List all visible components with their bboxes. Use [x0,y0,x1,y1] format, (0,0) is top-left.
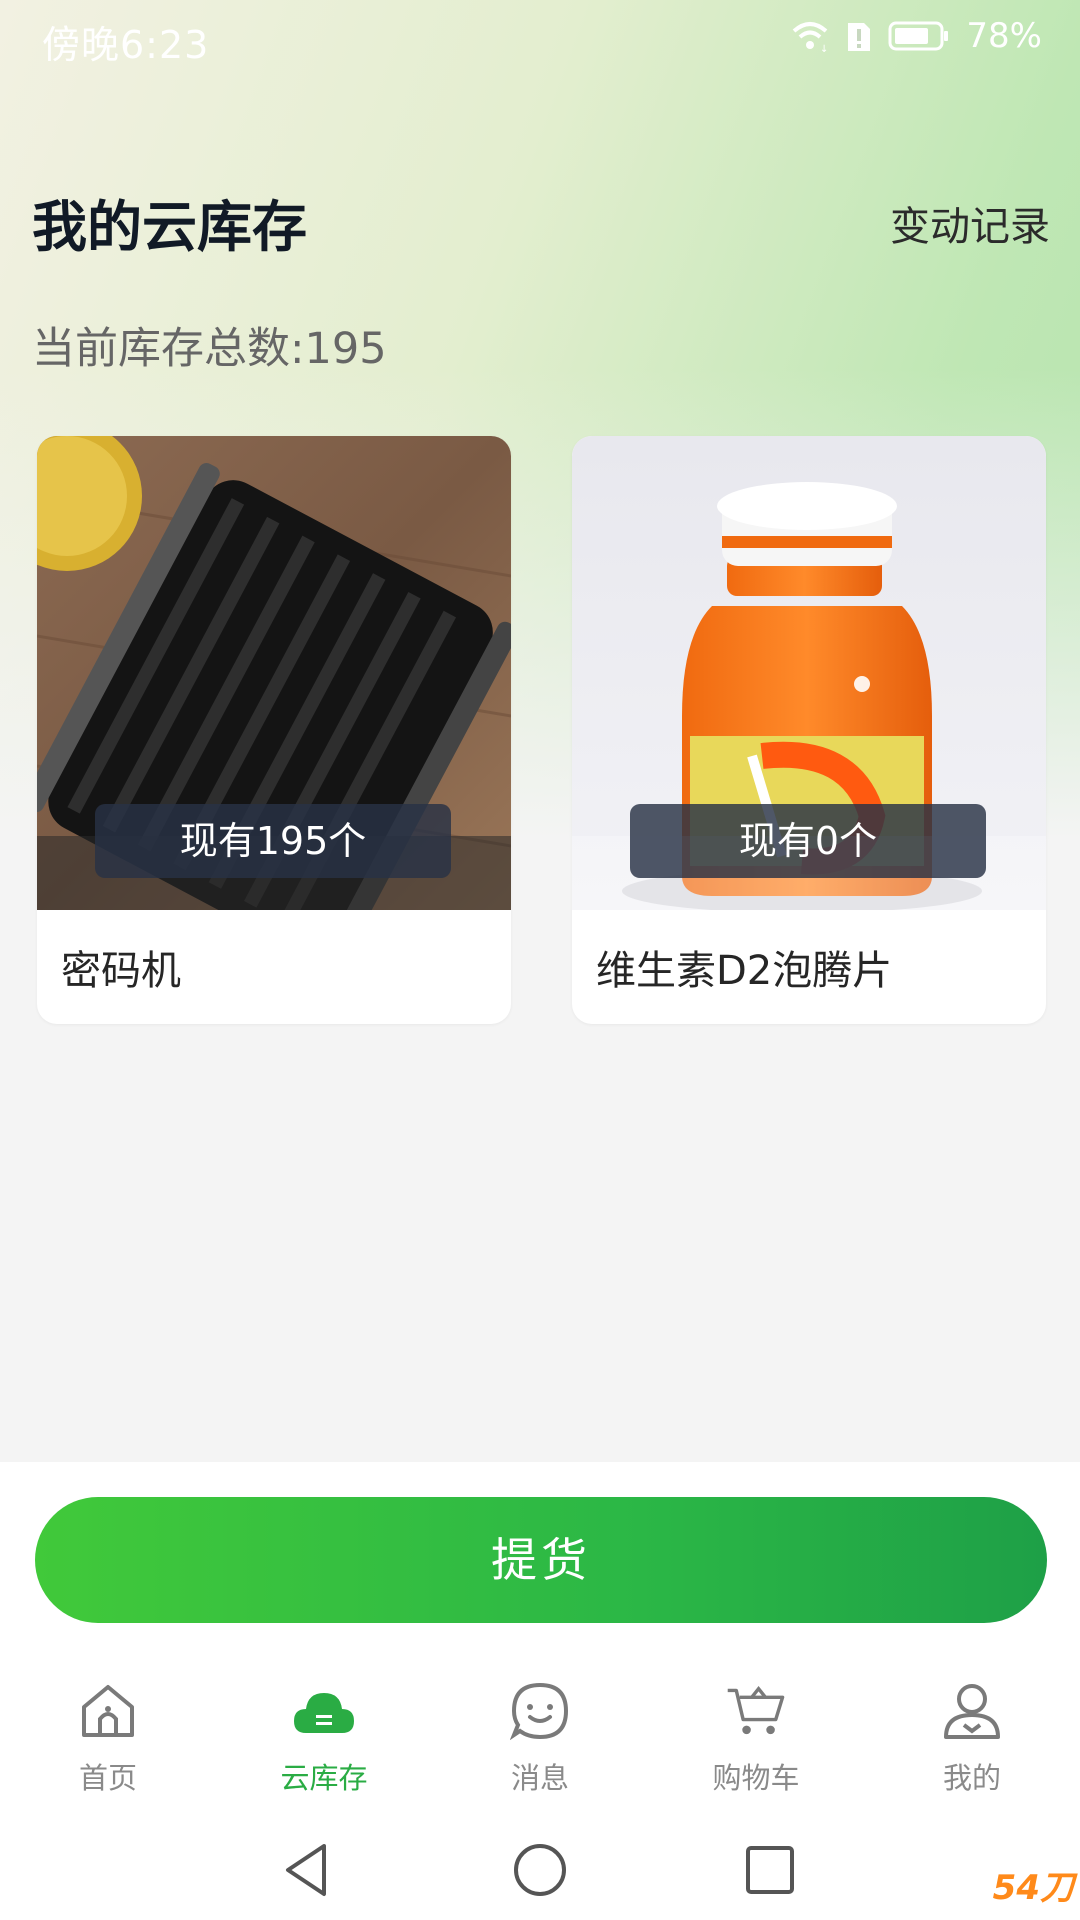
battery-icon [888,21,949,51]
change-history-link[interactable]: 变动记录 [890,194,1050,252]
cloud-storage-icon [294,1693,354,1733]
product-card[interactable]: 现有195个 密码机 [37,436,511,1024]
product-card[interactable]: 现有0个 维生素D2泡腾片 [572,436,1046,1024]
product-name: 维生素D2泡腾片 [596,948,893,994]
status-icons: ↓ 78% [790,16,1042,56]
stock-badge: 现有0个 [630,804,986,878]
profile-icon [944,1684,1000,1739]
system-navigation-bar [0,1820,1080,1920]
message-icon [510,1682,569,1741]
status-bar: 傍晚6:23 ↓ 78% [0,0,1080,76]
home-circle-icon[interactable] [508,1838,572,1902]
back-icon[interactable] [276,1838,340,1902]
status-time: 傍晚6:23 [42,23,210,67]
stock-total: 当前库存总数:195 [32,324,387,374]
cart-icon [727,1685,785,1735]
home-icon [82,1685,134,1737]
tab-label: 云库存 [280,1761,368,1795]
pickup-button[interactable]: 提货 [35,1497,1047,1623]
tab-label: 消息 [510,1761,569,1795]
watermark-logo: 54刀 [992,1868,1074,1908]
svg-text:↓: ↓ [820,44,828,53]
sim-alert-icon [848,23,871,51]
stock-badge: 现有195个 [95,804,451,878]
tab-home[interactable]: 首页 [0,1675,216,1805]
recents-icon[interactable] [738,1838,802,1902]
wifi-icon: ↓ [793,22,829,53]
tab-label: 购物车 [712,1761,800,1795]
tab-label: 我的 [942,1761,1001,1795]
tab-profile[interactable]: 我的 [864,1675,1080,1805]
tab-cart[interactable]: 购物车 [648,1675,864,1805]
tab-cloud-storage[interactable]: 云库存 [216,1675,432,1805]
battery-percent: 78% [966,16,1042,56]
product-name: 密码机 [61,948,181,994]
tab-label: 首页 [78,1761,137,1795]
tab-messages[interactable]: 消息 [432,1675,648,1805]
bottom-tab-bar: 首页 云库存 消息 购物车 我的 [0,1675,1080,1805]
page-title: 我的云库存 [32,195,308,259]
